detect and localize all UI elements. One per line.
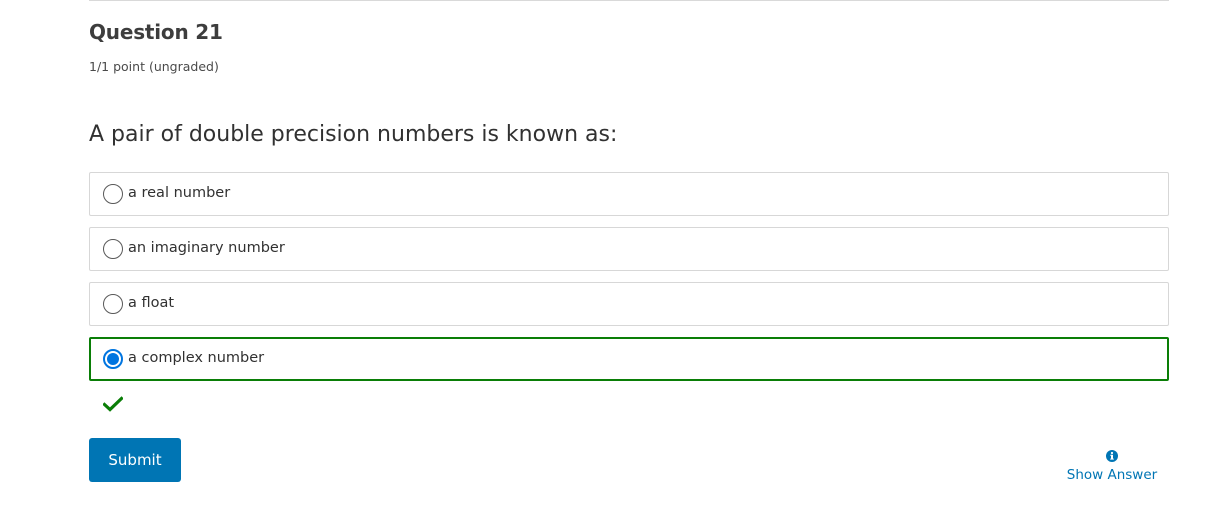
radio-button[interactable] [103,184,123,204]
divider [89,0,1169,1]
choice-option[interactable]: a real number [89,172,1169,216]
radio-selected-dot [107,353,119,365]
question-points: 1/1 point (ungraded) [89,59,219,74]
radio-button[interactable] [103,239,123,259]
info-icon [1106,450,1118,462]
submit-button[interactable]: Submit [89,438,181,482]
choice-label: a complex number [128,350,265,366]
choice-option[interactable]: an imaginary number [89,227,1169,271]
question-title: Question 21 [89,20,223,44]
choice-list: a real number an imaginary number a floa… [89,172,1169,392]
radio-button-selected[interactable] [103,349,123,369]
problem-page: Question 21 1/1 point (ungraded) A pair … [0,0,1218,516]
choice-label: a real number [128,185,231,201]
choice-option[interactable]: a float [89,282,1169,326]
radio-button[interactable] [103,294,123,314]
show-answer-label: Show Answer [1066,467,1158,483]
choice-option-selected-correct[interactable]: a complex number [89,337,1169,381]
checkmark-icon [103,396,123,412]
question-prompt: A pair of double precision numbers is kn… [89,122,618,147]
choice-label: an imaginary number [128,240,285,256]
choice-label: a float [128,295,175,311]
show-answer-button[interactable]: Show Answer [1062,450,1162,483]
